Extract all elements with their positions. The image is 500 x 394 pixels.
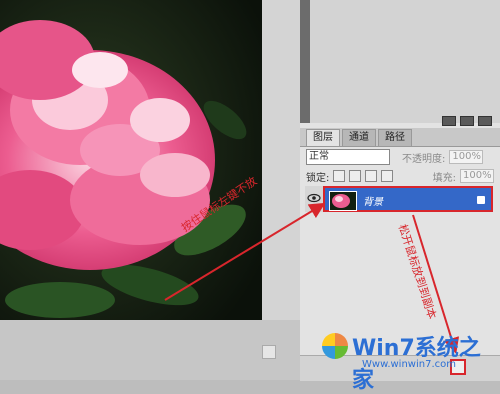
lock-transparent-toggle[interactable] [333,170,346,182]
layer-name[interactable]: 背景 [363,193,383,208]
panel-button-icon[interactable] [442,116,456,126]
fill-label: 填充: [432,172,456,184]
layer-row-background[interactable]: 背景 [305,186,493,212]
watermark: Win7系统之家 Www.winwin7.com [322,325,497,393]
watermark-url: Www.winwin7.com [362,359,456,370]
tab-layers[interactable]: 图层 [306,129,340,146]
upper-panel [300,0,500,126]
peony-photo [0,0,262,320]
blend-row: 正常 不透明度: 100% [306,149,494,165]
blend-mode-select[interactable]: 正常 [306,149,390,165]
lock-label: 锁定: [306,172,330,184]
layers-panel: 图层 通道 路径 正常 不透明度: 100% 锁定: 填充: 100% 背景 [300,0,500,380]
panel-button-icon[interactable] [460,116,474,126]
canvas-area[interactable] [0,0,300,380]
panel-button-icon[interactable] [478,116,492,126]
lock-all-toggle[interactable] [381,170,394,182]
layer-thumbnail [329,191,357,211]
eye-icon[interactable] [307,192,321,204]
opacity-input[interactable]: 100% [449,150,484,164]
lock-position-toggle[interactable] [365,170,378,182]
selected-layer[interactable]: 背景 [323,186,493,212]
lock-row: 锁定: 填充: 100% [306,169,494,184]
lock-icon [477,196,485,204]
tab-paths[interactable]: 路径 [378,129,412,146]
tab-channels[interactable]: 通道 [342,129,376,146]
win-logo-icon [322,333,348,359]
panel-divider [300,0,310,123]
canvas-pasteboard [262,0,300,345]
upper-panel-icons [442,116,492,126]
scrollbar-corner[interactable] [262,345,276,359]
lock-pixels-toggle[interactable] [349,170,362,182]
panel-tabs: 图层 通道 路径 [300,128,500,147]
opacity-label: 不透明度: [402,153,446,165]
canvas-pasteboard-bottom [0,320,300,380]
fill-input[interactable]: 100% [460,169,494,183]
